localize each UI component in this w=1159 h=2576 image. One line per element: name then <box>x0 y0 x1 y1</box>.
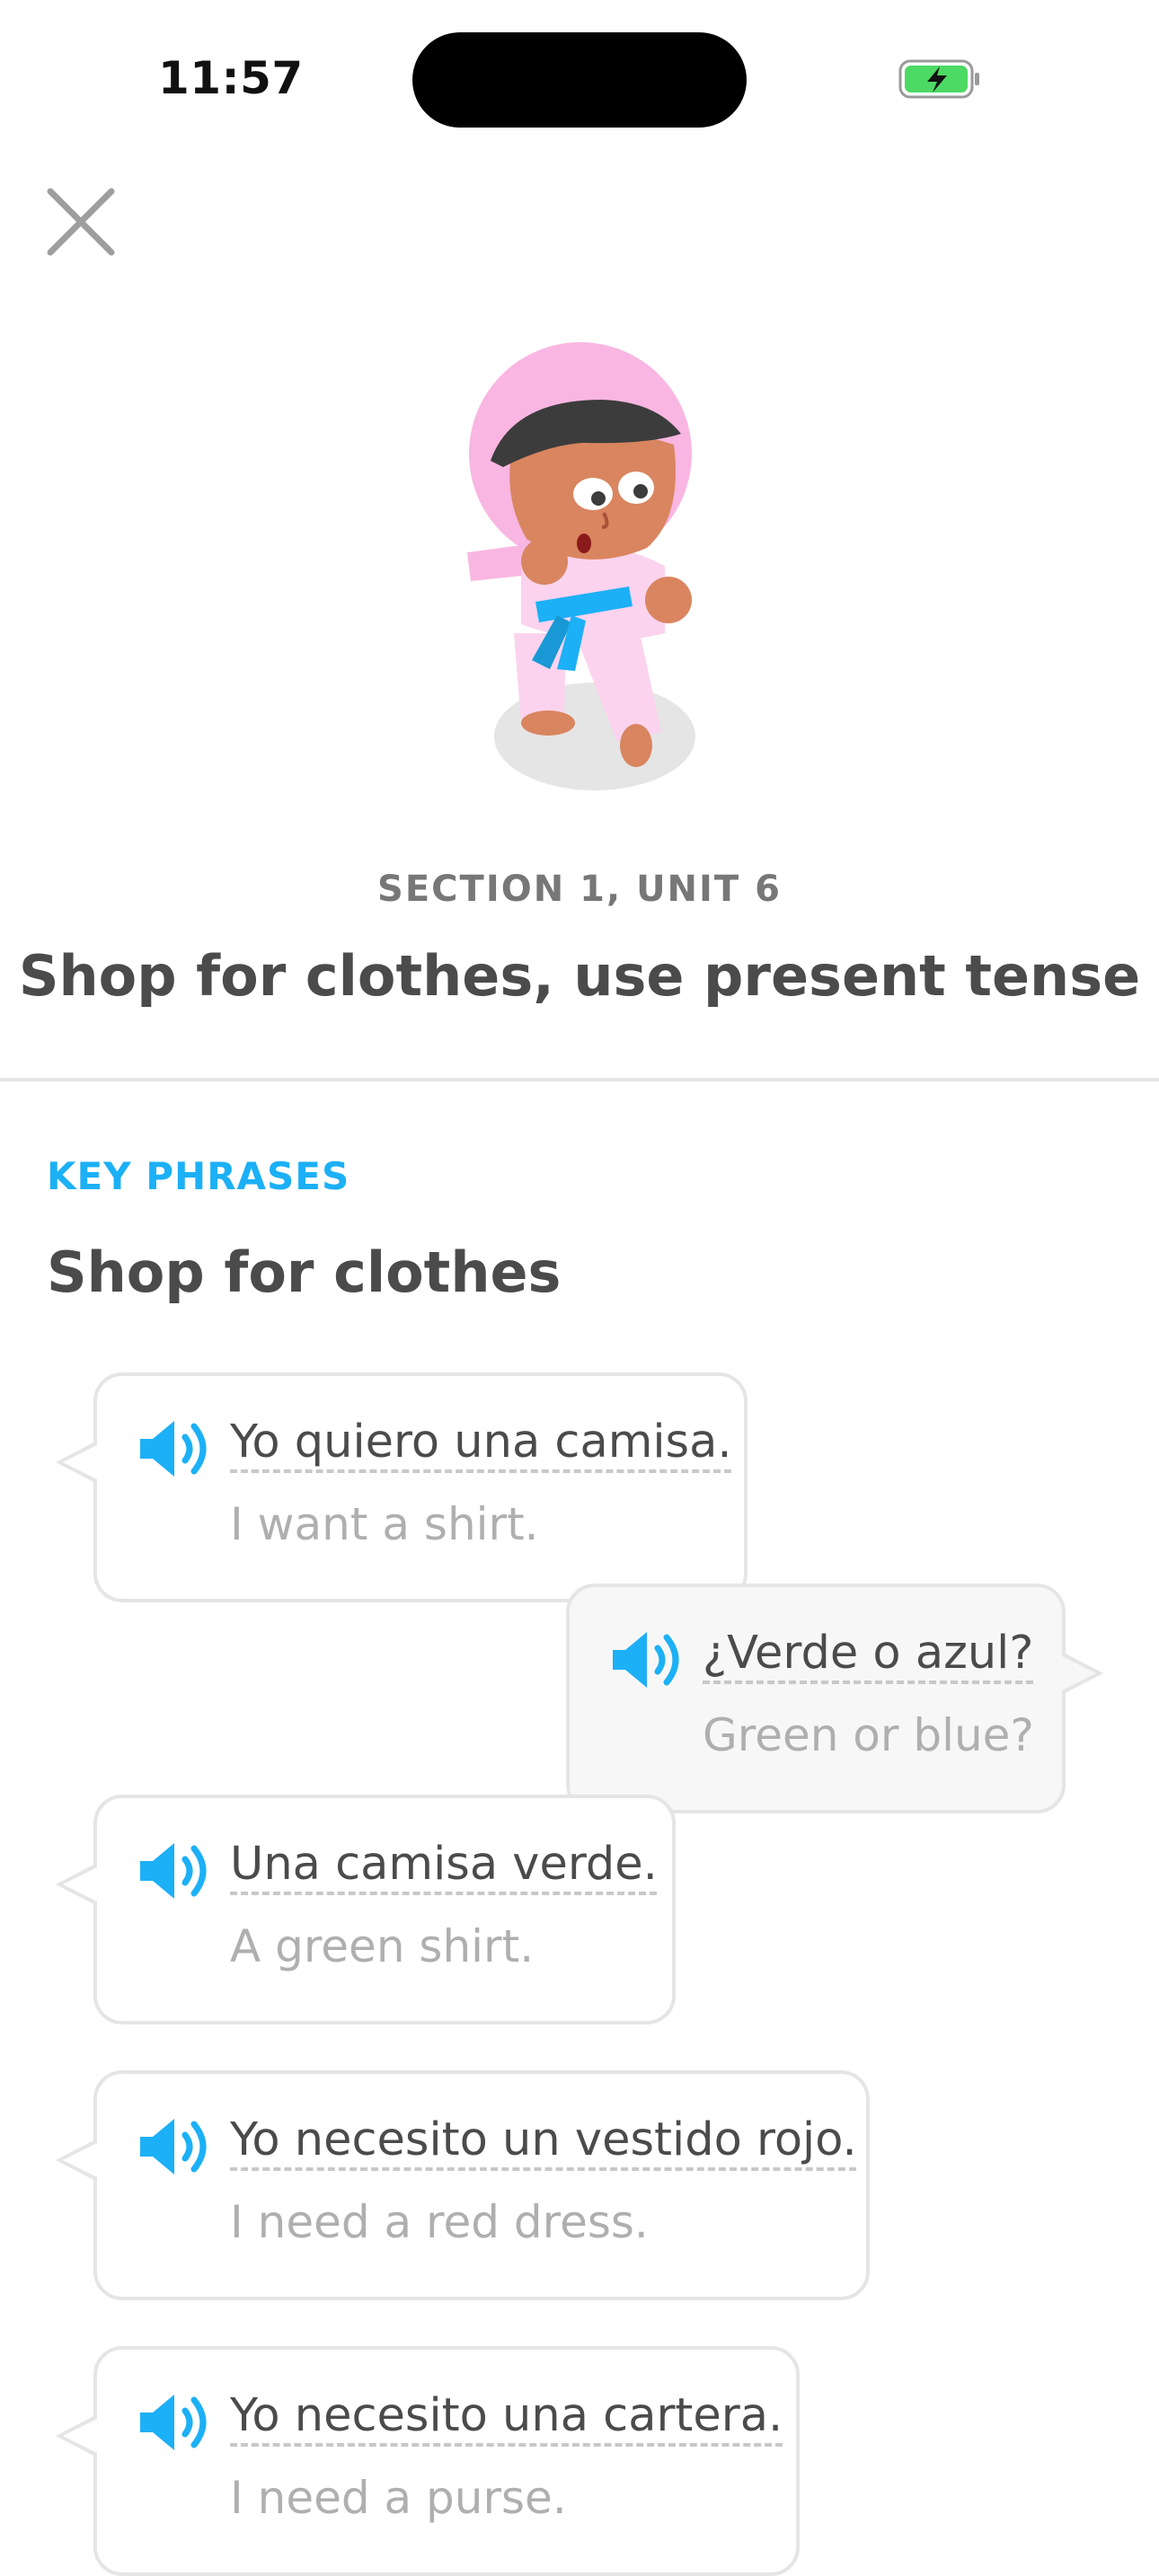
phrase-bubble[interactable]: Yo quiero una camisa. I want a shirt. <box>56 1372 748 1602</box>
speaker-icon[interactable] <box>137 1839 208 1902</box>
key-phrases-title: Shop for clothes <box>47 1239 562 1305</box>
phrase-translation: I need a red dress. <box>230 2196 649 2248</box>
phrase-text[interactable]: Yo necesito un vestido rojo. <box>230 2113 857 2166</box>
bubble-tail <box>63 1444 99 1480</box>
phrase-translation: I need a purse. <box>230 2472 567 2524</box>
bubble-tail <box>63 2418 99 2454</box>
bubble-tail <box>1060 1655 1096 1691</box>
speaker-icon[interactable] <box>609 1628 681 1691</box>
close-icon[interactable] <box>43 184 119 260</box>
phrase-text[interactable]: Yo necesito una cartera. <box>230 2389 783 2442</box>
section-unit-label: SECTION 1, UNIT 6 <box>377 869 782 910</box>
unit-title: Shop for clothes, use present tense <box>18 943 1141 1009</box>
phrase-text[interactable]: Yo quiero una camisa. <box>230 1416 732 1469</box>
phrase-translation: Green or blue? <box>703 1709 1034 1761</box>
bubble-tail <box>63 1866 99 1902</box>
phrase-bubble[interactable]: Una camisa verde. A green shirt. <box>56 1795 676 2025</box>
phrase-translation: A green shirt. <box>230 1920 535 1972</box>
speaker-icon[interactable] <box>137 1417 208 1480</box>
battery-charging-icon <box>898 59 979 99</box>
phrase-bubble[interactable]: ¿Verde o azul? Green or blue? <box>566 1584 1103 1813</box>
speaker-icon[interactable] <box>137 2115 208 2178</box>
key-phrases-label: KEY PHRASES <box>47 1154 350 1198</box>
character-illustration <box>467 342 695 790</box>
phrase-text[interactable]: Una camisa verde. <box>230 1838 658 1891</box>
phrase-bubble[interactable]: Yo necesito una cartera. I need a purse. <box>56 2346 800 2576</box>
status-time: 11:57 <box>158 52 304 104</box>
phrase-translation: I want a shirt. <box>230 1498 539 1550</box>
phrase-bubble[interactable]: Yo necesito un vestido rojo. I need a re… <box>56 2070 870 2300</box>
speaker-icon[interactable] <box>137 2391 208 2454</box>
bubble-tail <box>63 2142 99 2178</box>
dynamic-island <box>412 32 747 128</box>
phrase-text[interactable]: ¿Verde o azul? <box>703 1627 1033 1680</box>
divider <box>0 1078 1159 1081</box>
